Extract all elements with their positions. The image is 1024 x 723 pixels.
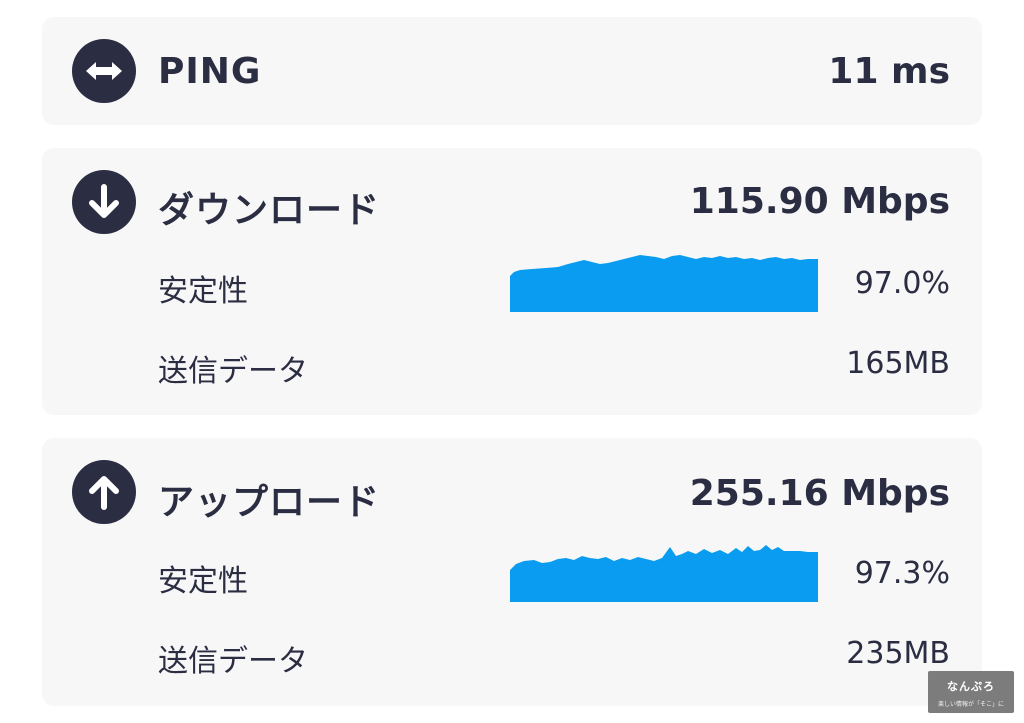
download-data-label: 送信データ [158, 354, 308, 389]
download-title: ダウンロード [158, 190, 381, 231]
download-stability-sparkline [510, 255, 818, 312]
ping-title: PING [158, 51, 262, 92]
download-stability-label: 安定性 [158, 274, 248, 309]
upload-stability-label: 安定性 [158, 564, 248, 599]
upload-stability-value: 97.3% [854, 556, 950, 591]
upload-title: アップロード [158, 482, 381, 523]
upload-data-value: 235MB [846, 636, 950, 671]
download-card: ダウンロード 115.90 Mbps 安定性 97.0% 送信データ 165MB [42, 148, 982, 415]
ping-value: 11 ms [828, 51, 950, 92]
upload-stability-sparkline [510, 545, 818, 602]
watermark-logo: なんぷろ 楽しい情報が「そこ」に [928, 671, 1014, 713]
watermark-subtitle: 楽しい情報が「そこ」に [937, 701, 1004, 708]
ping-card: PING 11 ms [42, 17, 982, 125]
upload-value: 255.16 Mbps [689, 473, 950, 514]
arrow-up-circle-icon [72, 460, 136, 524]
download-data-value: 165MB [846, 346, 950, 381]
upload-data-label: 送信データ [158, 644, 308, 679]
double-arrow-horizontal-icon [72, 39, 136, 103]
upload-card: アップロード 255.16 Mbps 安定性 97.3% 送信データ 235MB [42, 438, 982, 706]
download-value: 115.90 Mbps [689, 181, 950, 222]
arrow-down-circle-icon [72, 170, 136, 234]
download-stability-value: 97.0% [854, 266, 950, 301]
watermark-title: なんぷろ [947, 680, 995, 693]
